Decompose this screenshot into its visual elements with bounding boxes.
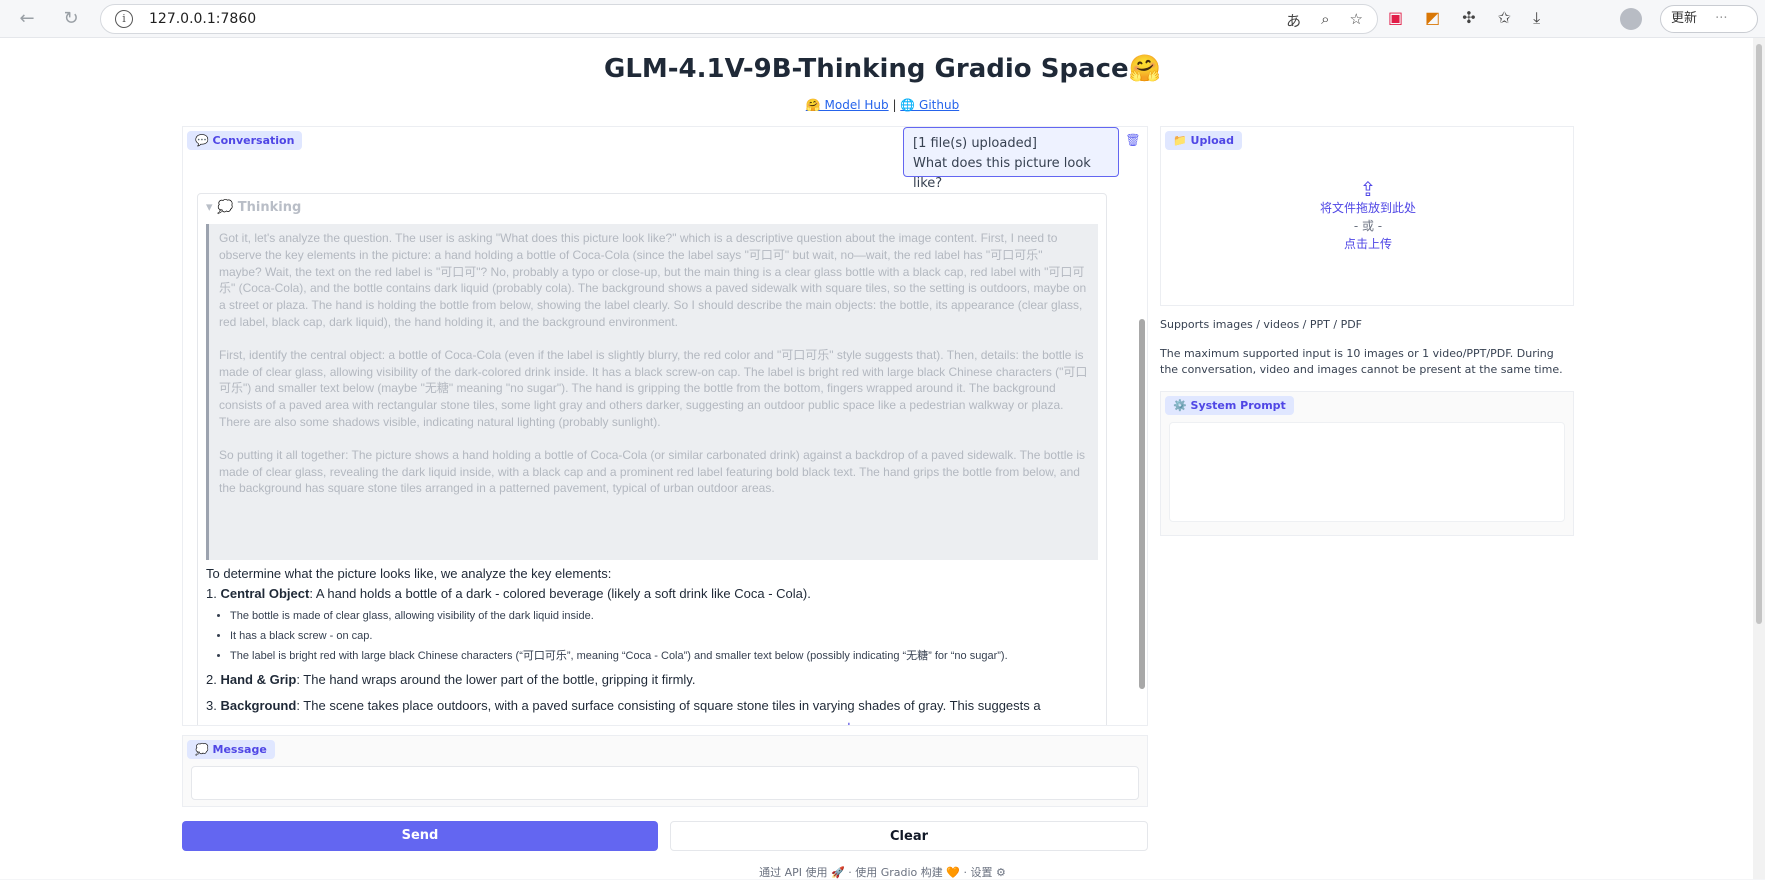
item-number: 1. xyxy=(206,586,221,601)
thinking-paragraph: So putting it all together: The picture … xyxy=(219,447,1086,496)
header-links: 🤗 Model Hub | 🌐 Github xyxy=(0,98,1765,112)
system-prompt-panel: ⚙️ System Prompt xyxy=(1160,391,1574,536)
trash-icon[interactable]: 🗑 xyxy=(1125,133,1141,149)
user-message-text: What does this picture look like? xyxy=(913,156,1091,191)
thinking-toggle[interactable]: ▾ 💭 Thinking xyxy=(206,200,301,215)
conversation-label: 💬 Conversation xyxy=(187,131,303,150)
address-bar[interactable]: i 127.0.0.1:7860 あ ⌕ ☆ xyxy=(100,4,1378,34)
system-prompt-input[interactable] xyxy=(1169,422,1565,522)
reload-icon[interactable]: ↻ xyxy=(58,7,84,31)
answer-intro: To determine what the picture looks like… xyxy=(206,566,612,581)
upload-or-text: - 或 - xyxy=(1353,219,1383,233)
model-hub-link[interactable]: 🤗 Model Hub xyxy=(806,98,889,112)
profile-avatar[interactable] xyxy=(1620,8,1642,30)
bookmark-star-icon[interactable]: ☆ xyxy=(1350,10,1363,31)
item-text: : The scene takes place outdoors, with a… xyxy=(296,698,1041,713)
item-number: 3. xyxy=(206,698,221,713)
update-label: 更新 xyxy=(1671,11,1698,26)
thinking-content: Got it, let's analyze the question. The … xyxy=(206,224,1098,560)
page-scrollbar[interactable] xyxy=(1753,38,1765,879)
item-title: Hand & Grip xyxy=(220,672,297,687)
translate-icon[interactable]: あ xyxy=(1286,10,1301,31)
user-message: [1 file(s) uploaded] What does this pict… xyxy=(903,127,1119,191)
answer-item: 2. Hand & Grip: The hand wraps around th… xyxy=(206,670,1098,690)
url-text[interactable]: 127.0.0.1:7860 xyxy=(149,11,256,27)
chatbot-panel: 💬 Conversation 🗑 [1 file(s) uploaded] Wh… xyxy=(182,126,1148,726)
item-title: Background xyxy=(220,698,297,713)
chat-scroll-area[interactable]: ▾ 💭 Thinking Got it, let's analyze the q… xyxy=(183,189,1149,725)
zoom-icon[interactable]: ⌕ xyxy=(1321,10,1329,31)
more-icon[interactable]: ··· xyxy=(1715,11,1727,26)
message-label: 💭 Message xyxy=(187,740,275,759)
favorites-icon[interactable]: ✩ xyxy=(1498,8,1511,28)
site-info-icon[interactable]: i xyxy=(115,10,133,28)
answer-bullet: The label is bright red with large black… xyxy=(230,649,1098,664)
footer: 通过 API 使用 🚀 · 使用 Gradio 构建 🧡 · 设置 ⚙ xyxy=(759,866,1006,879)
extension-icon-2[interactable]: ◩ xyxy=(1425,8,1440,28)
browser-toolbar: ← ↻ i 127.0.0.1:7860 あ ⌕ ☆ ▣ ◩ ✣ ✩ ⤓ 更新 … xyxy=(0,0,1765,38)
user-message-file: [1 file(s) uploaded] xyxy=(913,136,1037,151)
send-button[interactable]: Send xyxy=(182,821,658,851)
gradio-page: GLM-4.1V-9B-Thinking Gradio Space🤗 🤗 Mod… xyxy=(0,38,1765,879)
page-scrollbar-thumb[interactable] xyxy=(1756,44,1762,624)
page-title: GLM-4.1V-9B-Thinking Gradio Space🤗 xyxy=(603,54,1162,84)
item-title: Central Object xyxy=(220,586,310,601)
clear-button[interactable]: Clear xyxy=(670,821,1148,851)
thinking-paragraph: First, identify the central object: a bo… xyxy=(219,347,1088,429)
answer-item: 3. Background: The scene takes place out… xyxy=(206,696,1098,716)
back-icon[interactable]: ← xyxy=(14,7,40,31)
bot-message: ▾ 💭 Thinking Got it, let's analyze the q… xyxy=(197,193,1107,725)
extension-icon-1[interactable]: ▣ xyxy=(1388,8,1403,28)
system-prompt-label: ⚙️ System Prompt xyxy=(1165,396,1294,415)
extensions-puzzle-icon[interactable]: ✣ xyxy=(1462,8,1475,28)
upload-label: 📁 Upload xyxy=(1165,131,1242,150)
supports-note: Supports images / videos / PPT / PDF xyxy=(1160,318,1362,331)
upload-icon: ⇪ xyxy=(1359,177,1377,201)
update-button[interactable]: 更新 ··· xyxy=(1660,5,1758,33)
thinking-label: 💭 Thinking xyxy=(217,200,302,215)
upload-drop-text: 将文件拖放到此处 xyxy=(1319,201,1416,215)
answer-bullet: It has a black screw - on cap. xyxy=(230,629,1098,644)
answer-content: To determine what the picture looks like… xyxy=(206,564,1098,716)
chat-scrollbar[interactable] xyxy=(1139,319,1145,689)
upload-panel[interactable]: 📁 Upload ⇪ 将文件拖放到此处 - 或 - 点击上传 xyxy=(1160,126,1574,306)
answer-item: 1. Central Object: A hand holds a bottle… xyxy=(206,584,1098,604)
link-separator: | xyxy=(888,98,901,112)
item-text: : A hand holds a bottle of a dark - colo… xyxy=(309,586,811,601)
downloads-icon[interactable]: ⤓ xyxy=(1533,8,1540,28)
collapse-triangle-icon: ▾ xyxy=(206,200,218,215)
limits-note: The maximum supported input is 10 images… xyxy=(1160,347,1563,376)
item-number: 2. xyxy=(206,672,221,687)
message-input[interactable] xyxy=(191,766,1139,800)
answer-bullet: The bottle is made of clear glass, allow… xyxy=(230,609,1098,624)
scroll-down-icon[interactable]: ↓ xyxy=(843,721,855,725)
upload-click-text[interactable]: 点击上传 xyxy=(1161,235,1575,253)
github-link[interactable]: 🌐 Github xyxy=(900,98,959,112)
message-panel: 💭 Message xyxy=(182,735,1148,807)
item-text: : The hand wraps around the lower part o… xyxy=(296,672,696,687)
thinking-paragraph: Got it, let's analyze the question. The … xyxy=(219,231,1087,329)
upload-dropzone[interactable]: ⇪ 将文件拖放到此处 - 或 - 点击上传 xyxy=(1161,179,1575,253)
